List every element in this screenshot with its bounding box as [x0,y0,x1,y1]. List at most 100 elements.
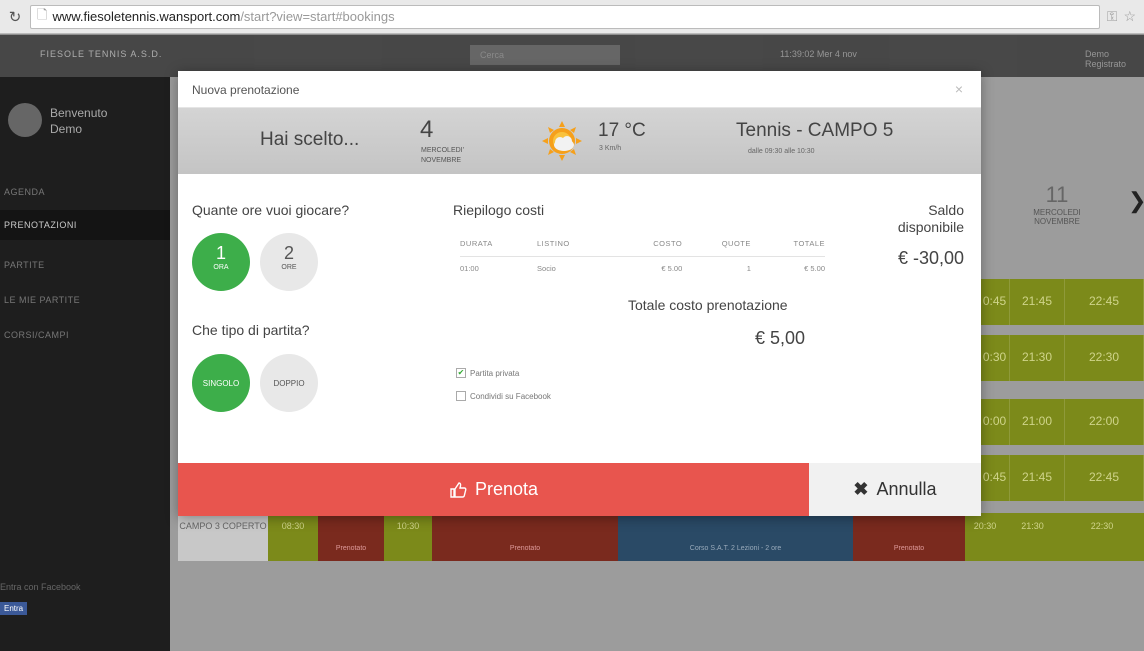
col-durata: DURATA [460,232,538,257]
balance-label: Saldo disponibile [897,202,964,235]
slot[interactable]: 21:45 [1010,279,1065,325]
slot-booked[interactable]: Prenotato [318,513,384,561]
key-icon[interactable]: ⚿ [1107,8,1118,25]
prenota-button[interactable]: Prenota [178,463,809,516]
url-path: /start?view=start#bookings [240,9,395,24]
cost-summary-title: Riepilogo costi [453,202,545,218]
match-option-label: SINGOLO [202,379,240,388]
slot-row: 0:45 21:45 22:45 [980,455,1144,501]
slot[interactable]: 22:30 [1060,513,1144,561]
sidebar-item-agenda[interactable]: AGENDA [0,177,170,207]
court-name: CAMPO 3 COPERTO [178,513,268,561]
browser-toolbar: ↻ 🗋 www.fiesoletennis.wansport.com /star… [0,0,1144,34]
slot[interactable]: 22:00 [1065,399,1144,445]
checkbox-label: Partita privata [470,368,520,378]
avatar [8,103,42,137]
reload-icon[interactable]: ↻ [6,8,24,26]
match-option-label: DOPPIO [273,379,305,388]
selected-day-number: 4 [420,116,434,143]
hours-option-2[interactable]: 2 ORE [260,233,318,291]
slot-course[interactable]: Corso S.A.T. 2 Lezioni - 2 ore [618,513,853,561]
temperature: 17 °C [598,120,646,141]
selected-time: dalle 09:30 alle 10:30 [748,148,815,155]
page-icon: 🗋 [37,6,48,22]
share-facebook-checkbox[interactable]: Condividi su Facebook [456,391,551,401]
date-cell[interactable]: 11 MERCOLEDI NOVEMBRE [1022,182,1092,242]
welcome-label: Benvenuto [50,106,108,120]
sun-cloud-icon [542,121,582,161]
slot[interactable]: 0:45 [980,455,1010,501]
col-quote: QUOTE [682,232,751,257]
booking-modal: Nuova prenotazione × Hai scelto... 4 MER… [178,71,981,516]
slot[interactable]: 0:45 [980,279,1010,325]
slot-row: 0:00 21:00 22:00 [980,399,1144,445]
slot-booked[interactable]: Prenotato [432,513,618,561]
hours-option-unit: ORE [281,264,297,271]
welcome-text: Benvenuto Demo [50,105,107,137]
hours-option-unit: ORA [213,264,229,271]
slot[interactable]: 10:30 [384,513,432,561]
url-host: www.fiesoletennis.wansport.com [52,9,241,24]
wind-speed: 3 Km/h [599,145,622,152]
checkbox-checked-icon[interactable]: ✔ [456,368,466,378]
date-day: 11 [1045,182,1069,207]
sidebar-item-le-mie-partite[interactable]: LE MIE PARTITE [0,285,170,315]
slot[interactable]: 22:45 [1065,455,1144,501]
slot[interactable]: 21:45 [1010,455,1065,501]
slot[interactable]: 22:30 [1065,335,1144,381]
hours-option-1[interactable]: 1 ORA [192,233,250,291]
hours-option-number: 2 [283,243,294,263]
sidebar-item-prenotazioni[interactable]: PRENOTAZIONI [0,210,170,240]
search-input[interactable]: Cerca [470,45,620,65]
selected-day-name: MERCOLEDI' NOVEMBRE [421,146,464,166]
slot[interactable]: 0:00 [980,399,1010,445]
table-row: 01:00 Socio € 5.00 1 € 5.00 [460,256,825,280]
cell-quote: 1 [746,263,751,273]
cost-table-header: DURATA LISTINO COSTO QUOTE TOTALE [460,232,825,257]
facebook-text: Entra con Facebook [0,582,81,592]
private-match-checkbox[interactable]: ✔ Partita privata [456,368,519,378]
checkbox-icon[interactable] [456,391,466,401]
total-label: Totale costo prenotazione [628,297,788,313]
slot-booked[interactable]: Prenotato [853,513,965,561]
match-type-question: Che tipo di partita? [192,322,310,338]
slot-row: 0:30 21:30 22:30 [980,335,1144,381]
selection-summary: Hai scelto... 4 MERCOLEDI' NOVEMBRE 17 °… [178,108,981,174]
cell-listino: Socio [537,263,556,273]
selected-court: Tennis - CAMPO 5 [736,120,894,141]
modal-header: Nuova prenotazione × [178,71,981,108]
address-bar[interactable]: 🗋 www.fiesoletennis.wansport.com /start?… [30,4,1100,29]
cell-costo: € 5.00 [661,263,683,273]
cell-durata: 01:00 [460,263,479,273]
header-user[interactable]: Demo Registrato [1085,49,1144,69]
brand-name: FIESOLE TENNIS A.S.D. [40,49,163,59]
match-option-singolo[interactable]: SINGOLO [192,354,250,412]
total-value: € 5,00 [755,328,806,348]
cost-table: DURATA LISTINO COSTO QUOTE TOTALE 01:00 … [460,232,825,280]
annulla-label: Annulla [876,479,937,499]
close-icon: ✖ [853,479,869,499]
sidebar-item-corsi[interactable]: CORSI/CAMPI [0,320,170,350]
slot[interactable]: 08:30 [268,513,318,561]
slot-row: 0:45 21:45 22:45 [980,279,1144,325]
slot[interactable]: 0:30 [980,335,1010,381]
selection-heading: Hai scelto... [260,129,360,150]
slot[interactable]: 21:00 [1010,399,1065,445]
match-option-doppio[interactable]: DOPPIO [260,354,318,412]
next-arrow-icon[interactable]: ❯ [1128,188,1144,214]
sidebar: Benvenuto Demo AGENDA PRENOTAZIONI PARTI… [0,77,170,651]
slot[interactable]: 21:30 [1005,513,1060,561]
annulla-button[interactable]: ✖ Annulla [809,463,981,516]
facebook-button[interactable]: Entra [0,602,28,615]
star-icon[interactable]: ☆ [1123,8,1136,25]
slot[interactable]: 21:30 [1010,335,1065,381]
hours-question: Quante ore vuoi giocare? [192,202,350,218]
weekday: MERCOLEDI' [421,147,464,154]
slot[interactable]: 22:45 [1065,279,1144,325]
month: NOVEMBRE [421,157,462,164]
sidebar-item-partite[interactable]: PARTITE [0,250,170,280]
col-listino: LISTINO [537,232,614,257]
close-icon[interactable]: × [955,81,963,97]
slot[interactable]: 20:30 [965,513,1005,561]
thumbs-up-icon [450,481,467,498]
